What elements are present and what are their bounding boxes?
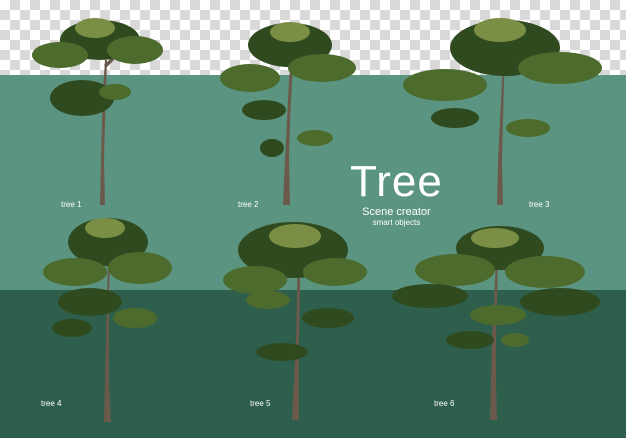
tree-3-foliage <box>518 52 602 84</box>
tree-4-foliage <box>52 319 92 337</box>
tree-label-4: tree 4 <box>41 399 62 408</box>
tree-3-foliage <box>431 108 479 128</box>
tree-label-6: tree 6 <box>434 399 455 408</box>
trees-illustration <box>32 18 602 422</box>
tree-6 <box>392 226 600 420</box>
tree-2-foliage <box>288 54 356 82</box>
tree-6-foliage <box>471 228 519 248</box>
tree-label-5: tree 5 <box>250 399 271 408</box>
tree-label-1: tree 1 <box>61 200 82 209</box>
image-canvas: tree 1 tree 2 tree 3 tree 4 tree 5 tree … <box>0 0 626 438</box>
title-tagline: smart objects <box>372 218 421 227</box>
tree-4-foliage <box>58 288 122 316</box>
tree-4-foliage <box>113 308 157 328</box>
tree-3-foliage <box>474 18 526 42</box>
title-block: Tree Scene creator smart objects <box>350 160 443 228</box>
tree-2-foliage <box>242 100 286 120</box>
tree-4-foliage <box>108 252 172 284</box>
tree-1-foliage <box>75 18 115 38</box>
tree-3-foliage <box>403 69 487 101</box>
tree-6-foliage <box>505 256 585 288</box>
tree-5 <box>223 222 367 420</box>
tree-2-foliage <box>297 130 333 146</box>
tree-5-foliage <box>256 343 308 361</box>
tree-6-foliage <box>520 288 600 316</box>
tree-6-foliage <box>470 305 526 325</box>
tree-5-foliage <box>246 291 290 309</box>
tree-5-foliage <box>269 224 321 248</box>
title-subtitle: Scene creator <box>362 206 431 218</box>
tree-1-foliage <box>50 80 114 116</box>
tree-1-trunk <box>100 60 107 205</box>
tree-5-foliage <box>302 308 354 328</box>
tree-label-3: tree 3 <box>529 200 550 209</box>
tree-1-foliage <box>99 84 131 100</box>
tree-2-foliage <box>220 64 280 92</box>
tree-4 <box>43 218 172 422</box>
tree-1-foliage <box>107 36 163 64</box>
tree-5-foliage <box>223 266 287 294</box>
tree-4-foliage <box>43 258 107 286</box>
tree-6-foliage <box>392 284 468 308</box>
tree-label-2: tree 2 <box>238 200 259 209</box>
tree-2-foliage <box>260 139 284 157</box>
tree-6-foliage <box>415 254 495 286</box>
tree-5-foliage <box>303 258 367 286</box>
tree-4-foliage <box>85 218 125 238</box>
tree-6-foliage <box>501 333 529 347</box>
tree-3-foliage <box>506 119 550 137</box>
title-main: Tree <box>350 157 443 206</box>
tree-1 <box>32 18 163 205</box>
tree-1-foliage <box>32 42 88 68</box>
tree-2-foliage <box>270 22 310 42</box>
tree-6-foliage <box>446 331 494 349</box>
tree-2 <box>220 22 356 205</box>
